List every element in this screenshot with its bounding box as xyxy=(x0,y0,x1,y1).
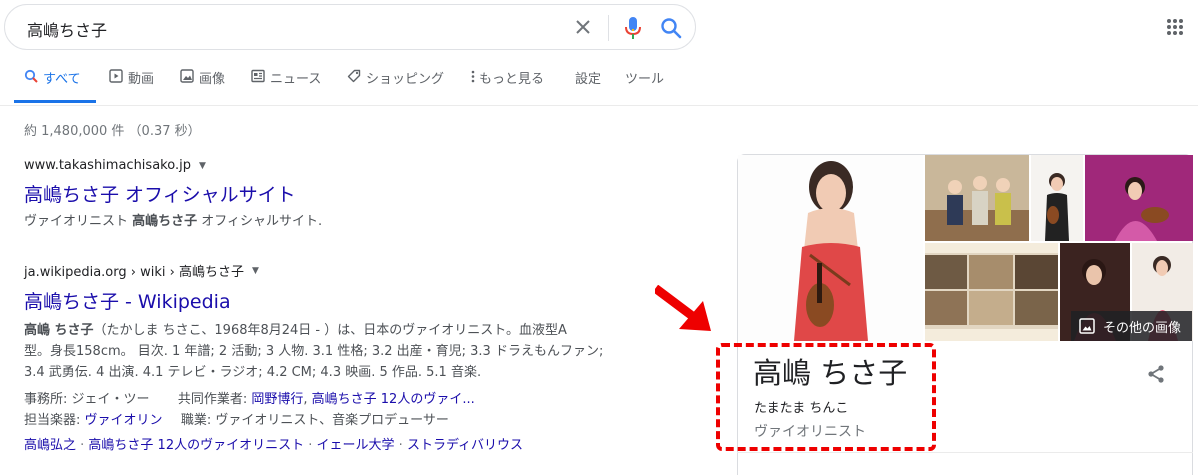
search-input[interactable]: 高嶋ちさ子 xyxy=(27,17,107,41)
tab-shopping[interactable]: ショッピング xyxy=(347,68,444,104)
tag-icon xyxy=(347,69,361,83)
violinist-image xyxy=(1031,155,1083,241)
related-link[interactable]: 高嶋弘之 xyxy=(24,438,76,453)
image-icon xyxy=(1079,318,1095,334)
concert-photo[interactable] xyxy=(1085,155,1193,241)
image-icon xyxy=(180,69,194,83)
tab-label: ニュース xyxy=(270,72,322,87)
snippet-line: 3.4 武勇伝. 4 出演. 4.1 テレビ・ラジオ; 4.2 CM; 4.3 … xyxy=(24,365,482,380)
fact-key: 職業 xyxy=(180,413,207,428)
search-icon xyxy=(24,69,38,83)
fact-link[interactable]: 岡野博行 xyxy=(251,392,303,407)
tab-label: ツール xyxy=(625,72,665,87)
tab-settings[interactable]: 設定 xyxy=(575,68,601,104)
panel-divider xyxy=(737,452,1193,453)
related-link[interactable]: イェール大学 xyxy=(317,438,395,453)
concert-image xyxy=(1085,155,1193,241)
close-icon[interactable] xyxy=(571,15,595,39)
share-icon[interactable] xyxy=(1146,364,1166,384)
fact-link[interactable]: ヴァイオリン xyxy=(85,413,163,428)
fact-value: ヴァイオリニスト、音楽プロデューサー xyxy=(215,413,449,428)
search-box[interactable]: 高嶋ちさ子 xyxy=(4,4,696,50)
snippet-bold: 高嶋ちさ子 xyxy=(132,214,198,229)
tab-label: 設定 xyxy=(575,72,602,87)
tabs-divider xyxy=(0,105,1198,106)
caret-down-icon[interactable]: ▼ xyxy=(252,266,259,276)
tab-label: 画像 xyxy=(199,72,226,87)
fact-row: 事務所: ジェイ・ツー 共同作業者: 岡野博行, 高嶋ちさ子 12人のヴァイ..… xyxy=(24,392,475,407)
related-links: 高嶋弘之 · 高嶋ちさ子 12人のヴァイオリニスト · イェール大学 · ストラ… xyxy=(24,438,524,453)
result-title[interactable]: 高嶋ちさ子 オフィシャルサイト xyxy=(24,180,322,207)
fact-link[interactable]: 高嶋ちさ子 12人のヴァイ... xyxy=(312,392,475,407)
person-portrait-image xyxy=(738,155,923,341)
tab-more[interactable]: もっと見る xyxy=(470,68,544,104)
news-icon xyxy=(251,69,265,83)
result-facts: 事務所: ジェイ・ツー 共同作業者: 岡野博行, 高嶋ちさ子 12人のヴァイ..… xyxy=(24,389,603,431)
related-link[interactable]: ストラディバリウス xyxy=(407,438,523,453)
fact-key: 事務所 xyxy=(24,392,64,407)
more-images-button[interactable]: その他の画像 xyxy=(1071,311,1192,341)
tab-label: すべて xyxy=(43,72,81,87)
family-image xyxy=(925,155,1029,241)
snippet-line: 高嶋 ちさ子（たかしま ちさこ、1968年8月24日 - ）は、日本のヴァイオリ… xyxy=(24,320,603,341)
arrow-icon xyxy=(655,285,711,331)
highlight-box xyxy=(716,343,936,451)
tab-all[interactable]: すべて xyxy=(24,68,81,104)
tab-news[interactable]: ニュース xyxy=(251,68,321,104)
mic-icon[interactable] xyxy=(621,15,645,41)
related-link[interactable]: 高嶋ちさ子 12人のヴァイオリニスト xyxy=(88,438,304,453)
family-photo[interactable] xyxy=(925,155,1029,241)
result-url[interactable]: ja.wikipedia.org › wiki › 高嶋ちさ子 ▼ xyxy=(24,261,603,280)
fact-row: 担当楽器: ヴァイオリン 職業: ヴァイオリニスト、音楽プロデューサー xyxy=(24,413,449,428)
result-snippet: 高嶋 ちさ子（たかしま ちさこ、1968年8月24日 - ）は、日本のヴァイオリ… xyxy=(24,320,603,383)
result-title[interactable]: 高嶋ちさ子 - Wikipedia xyxy=(24,287,603,314)
snippet-bold: 高嶋 ちさ子 xyxy=(24,323,94,338)
video-icon xyxy=(109,69,123,83)
tab-tools[interactable]: ツール xyxy=(625,68,664,104)
violin-photo[interactable] xyxy=(1031,155,1083,241)
snippet-line: 型。身長158cm。 目次. 1 年譜; 2 活動; 3 人物. 3.1 性格;… xyxy=(24,344,604,359)
active-tab-indicator xyxy=(14,100,96,103)
search-result: www.takashimachisako.jp ▼ 高嶋ちさ子 オフィシャルサイ… xyxy=(24,158,322,232)
main-photo[interactable] xyxy=(738,155,923,341)
apps-grid-icon[interactable] xyxy=(1166,18,1184,36)
search-result: ja.wikipedia.org › wiki › 高嶋ちさ子 ▼ 高嶋ちさ子 … xyxy=(24,261,603,456)
fact-key: 担当楽器 xyxy=(24,413,77,428)
result-url-text: www.takashimachisako.jp xyxy=(24,158,191,173)
search-divider xyxy=(608,15,609,41)
result-stats: 約 1,480,000 件 （0.37 秒） xyxy=(24,124,201,139)
tab-label: 動画 xyxy=(128,72,155,87)
more-vert-icon xyxy=(471,70,475,83)
tab-images[interactable]: 画像 xyxy=(180,68,225,104)
fact-value: ジェイ・ツー xyxy=(71,392,150,407)
result-snippet: ヴァイオリニスト 高嶋ちさ子 オフィシャルサイト. xyxy=(24,211,322,232)
snippet-text: オフィシャルサイト. xyxy=(197,214,323,229)
tab-label: もっと見る xyxy=(479,72,545,87)
caret-down-icon[interactable]: ▼ xyxy=(199,161,206,171)
snippet-text: ヴァイオリニスト xyxy=(24,214,133,229)
result-url[interactable]: www.takashimachisako.jp ▼ xyxy=(24,158,322,173)
tab-label: ショッピング xyxy=(366,72,445,87)
youtube-photo[interactable] xyxy=(925,243,1058,341)
tab-videos[interactable]: 動画 xyxy=(109,68,154,104)
snippet-text: （たかしま ちさこ、1968年8月24日 - ）は、日本のヴァイオリニスト。血液… xyxy=(93,323,567,338)
search-tabs: すべて 動画 画像 ニュース ショッピング もっと見る 設定 ツール xyxy=(0,68,1198,106)
result-url-text: ja.wikipedia.org › wiki › 高嶋ちさ子 xyxy=(24,265,244,280)
search-icon[interactable] xyxy=(659,16,683,40)
more-images-label: その他の画像 xyxy=(1103,320,1182,336)
youtube-collage-image xyxy=(925,243,1058,341)
fact-key: 共同作業者 xyxy=(177,392,243,407)
